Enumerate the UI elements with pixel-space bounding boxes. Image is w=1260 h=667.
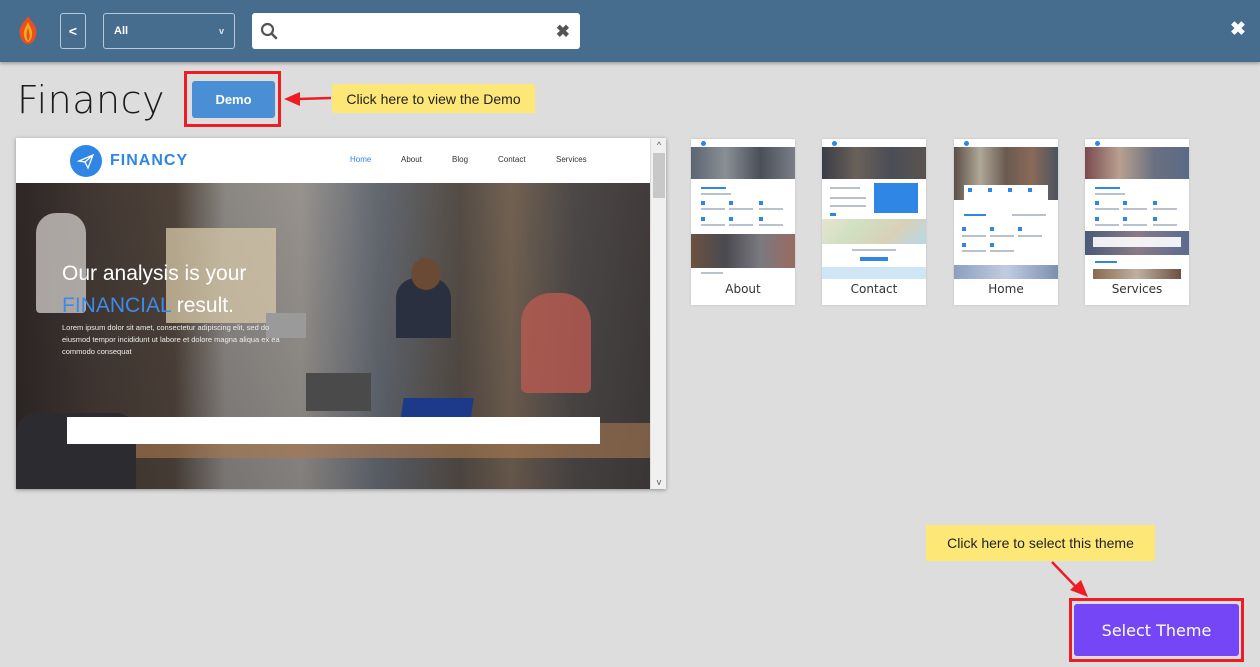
scroll-thumb[interactable] [653,153,665,198]
clear-search-icon[interactable]: ✖ [556,23,570,40]
flame-logo-icon [19,16,37,44]
chevron-down-icon: v [218,26,224,36]
chevron-left-icon: < [68,23,78,39]
preview-nav-contact[interactable]: Contact [498,155,526,164]
preview-nav-about[interactable]: About [401,155,422,164]
page-label: Services [1111,282,1163,296]
demo-callout: Click here to view the Demo [332,84,535,113]
select-callout: Click here to select this theme [926,525,1155,561]
page-thumbnail-services[interactable]: Services [1085,139,1189,305]
search-input[interactable] [278,16,556,46]
scroll-up-icon[interactable]: ^ [651,138,666,152]
thumbnail-image [1085,139,1189,279]
demo-button[interactable]: Demo [192,81,275,118]
theme-preview: FINANCY Home About Blog Contact Services… [16,138,666,489]
preview-nav-home[interactable]: Home [350,155,371,164]
filter-selected-value: All [114,25,129,37]
page-thumbnail-home[interactable]: Home [954,139,1058,305]
select-theme-button[interactable]: Select Theme [1074,604,1239,656]
top-bar: < All v ✖ ✖ [0,0,1260,62]
page-label: Contact [850,282,898,296]
preview-brand: FINANCY [110,152,189,169]
page-thumbnail-about[interactable]: About [691,139,795,305]
page-label: About [725,282,761,296]
paper-plane-logo-icon [70,145,102,177]
close-icon[interactable]: ✖ [1230,20,1246,39]
hero-accent: FINANCIAL [62,294,171,317]
thumbnail-image [691,139,795,279]
hero-line-1: Our analysis is your [62,262,247,285]
preview-content-card [67,417,600,444]
scroll-down-icon[interactable]: v [651,475,666,489]
thumbnail-image [822,139,926,279]
page-label: Home [988,282,1024,296]
preview-hero-paragraph: Lorem ipsum dolor sit amet, consectetur … [62,323,280,356]
preview-nav-services[interactable]: Services [556,155,587,164]
select-arrow-icon [1051,561,1088,597]
preview-hero-heading: Our analysis is your FINANCIAL result. [62,258,246,322]
back-button[interactable]: < [60,13,86,49]
thumbnail-image [954,139,1058,279]
preview-scrollbar[interactable]: ^ v [650,138,666,489]
search-icon [260,22,278,40]
preview-navbar: FINANCY Home About Blog Contact Services [16,138,650,183]
theme-title: Financy [17,78,165,122]
hero-line-2: result. [170,294,234,317]
preview-nav-blog[interactable]: Blog [452,155,468,164]
page-thumbnail-contact[interactable]: Contact [822,139,926,305]
category-filter-select[interactable]: All v [103,13,235,49]
search-box: ✖ [252,13,580,49]
demo-arrow-icon [284,92,332,106]
